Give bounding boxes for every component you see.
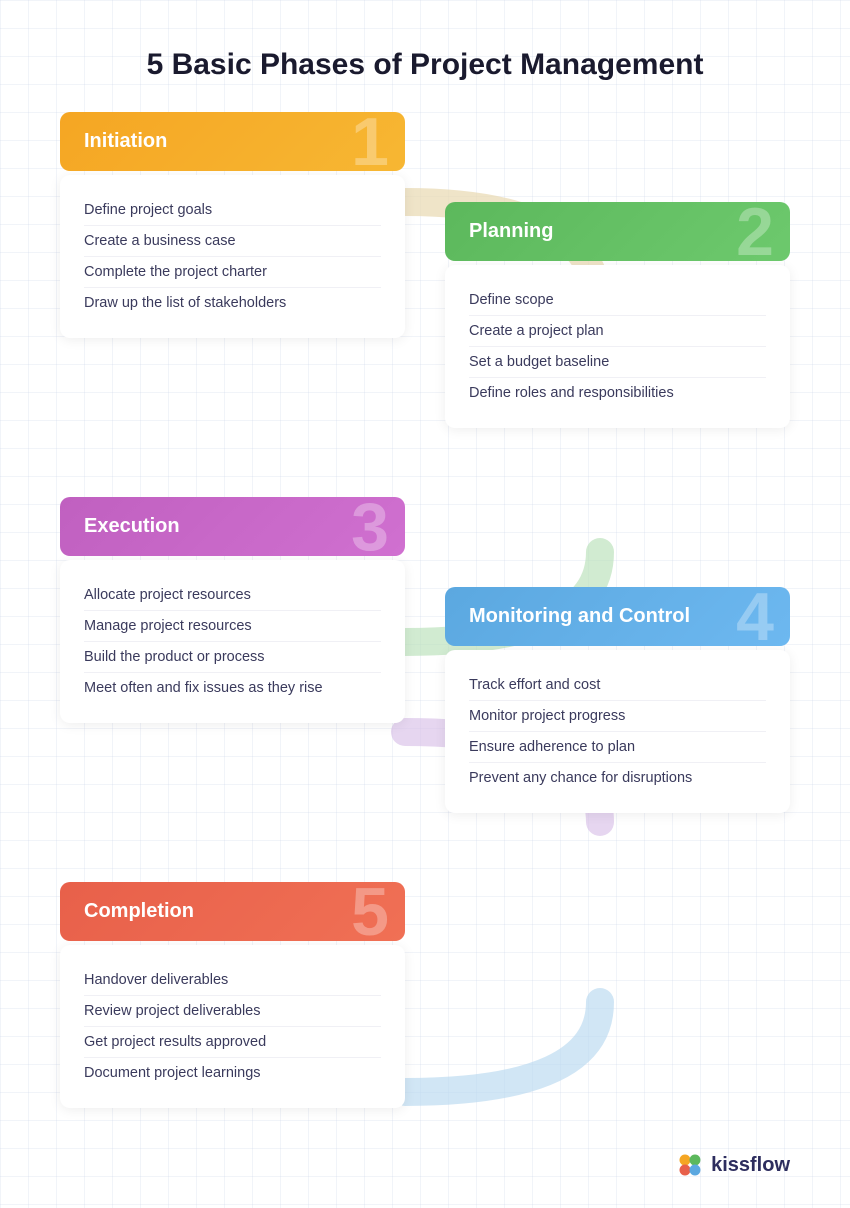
list-item: Set a budget baseline (469, 347, 766, 378)
phase-execution: Execution 3 Allocate project resources M… (60, 497, 405, 723)
phase-planning-title: Planning (469, 220, 553, 242)
phase-completion-number: 5 (351, 882, 389, 941)
list-item: Draw up the list of stakeholders (84, 288, 381, 318)
phase-execution-header: Execution 3 (60, 497, 405, 556)
phase-initiation-body: Define project goals Create a business c… (60, 175, 405, 338)
phase-initiation-title: Initiation (84, 130, 167, 152)
list-item: Create a project plan (469, 316, 766, 347)
list-item: Allocate project resources (84, 580, 381, 611)
phase-planning-header: Planning 2 (445, 202, 790, 261)
phase-planning-body: Define scope Create a project plan Set a… (445, 265, 790, 428)
phase-planning: Planning 2 Define scope Create a project… (445, 202, 790, 428)
phase-initiation-header: Initiation 1 (60, 112, 405, 171)
phase-completion-body: Handover deliverables Review project del… (60, 945, 405, 1108)
page-title: 5 Basic Phases of Project Management (60, 0, 790, 112)
page-content: 5 Basic Phases of Project Management Ini… (0, 0, 850, 1132)
list-item: Prevent any chance for disruptions (469, 763, 766, 793)
list-item: Build the product or process (84, 642, 381, 673)
list-item: Manage project resources (84, 611, 381, 642)
phase-initiation-number: 1 (351, 112, 389, 171)
list-item: Create a business case (84, 226, 381, 257)
phase-completion-header: Completion 5 (60, 882, 405, 941)
phase-completion-list: Handover deliverables Review project del… (84, 965, 381, 1088)
phase-execution-number: 3 (351, 497, 389, 556)
list-item: Handover deliverables (84, 965, 381, 996)
list-item: Get project results approved (84, 1027, 381, 1058)
phase-monitoring: Monitoring and Control 4 Track effort an… (445, 587, 790, 813)
kissflow-icon (677, 1152, 703, 1178)
phase-monitoring-body: Track effort and cost Monitor project pr… (445, 650, 790, 813)
phase-monitoring-title: Monitoring and Control (469, 605, 690, 627)
phase-execution-title: Execution (84, 515, 180, 537)
phase-completion: Completion 5 Handover deliverables Revie… (60, 882, 405, 1108)
list-item: Document project learnings (84, 1058, 381, 1088)
list-item: Monitor project progress (469, 701, 766, 732)
phases-layout: Initiation 1 Define project goals Create… (60, 112, 790, 1132)
list-item: Ensure adherence to plan (469, 732, 766, 763)
list-item: Review project deliverables (84, 996, 381, 1027)
phase-monitoring-list: Track effort and cost Monitor project pr… (469, 670, 766, 793)
phase-planning-list: Define scope Create a project plan Set a… (469, 285, 766, 408)
list-item: Define roles and responsibilities (469, 378, 766, 408)
list-item: Track effort and cost (469, 670, 766, 701)
list-item: Define scope (469, 285, 766, 316)
phase-execution-list: Allocate project resources Manage projec… (84, 580, 381, 703)
list-item: Meet often and fix issues as they rise (84, 673, 381, 703)
phase-execution-body: Allocate project resources Manage projec… (60, 560, 405, 723)
phase-initiation-list: Define project goals Create a business c… (84, 195, 381, 318)
logo-container: kissflow (0, 1132, 850, 1208)
phase-monitoring-number: 4 (736, 587, 774, 646)
list-item: Define project goals (84, 195, 381, 226)
phase-monitoring-header: Monitoring and Control 4 (445, 587, 790, 646)
phase-planning-number: 2 (736, 202, 774, 261)
phase-initiation: Initiation 1 Define project goals Create… (60, 112, 405, 338)
phase-completion-title: Completion (84, 900, 194, 922)
list-item: Complete the project charter (84, 257, 381, 288)
logo-text: kissflow (711, 1154, 790, 1177)
